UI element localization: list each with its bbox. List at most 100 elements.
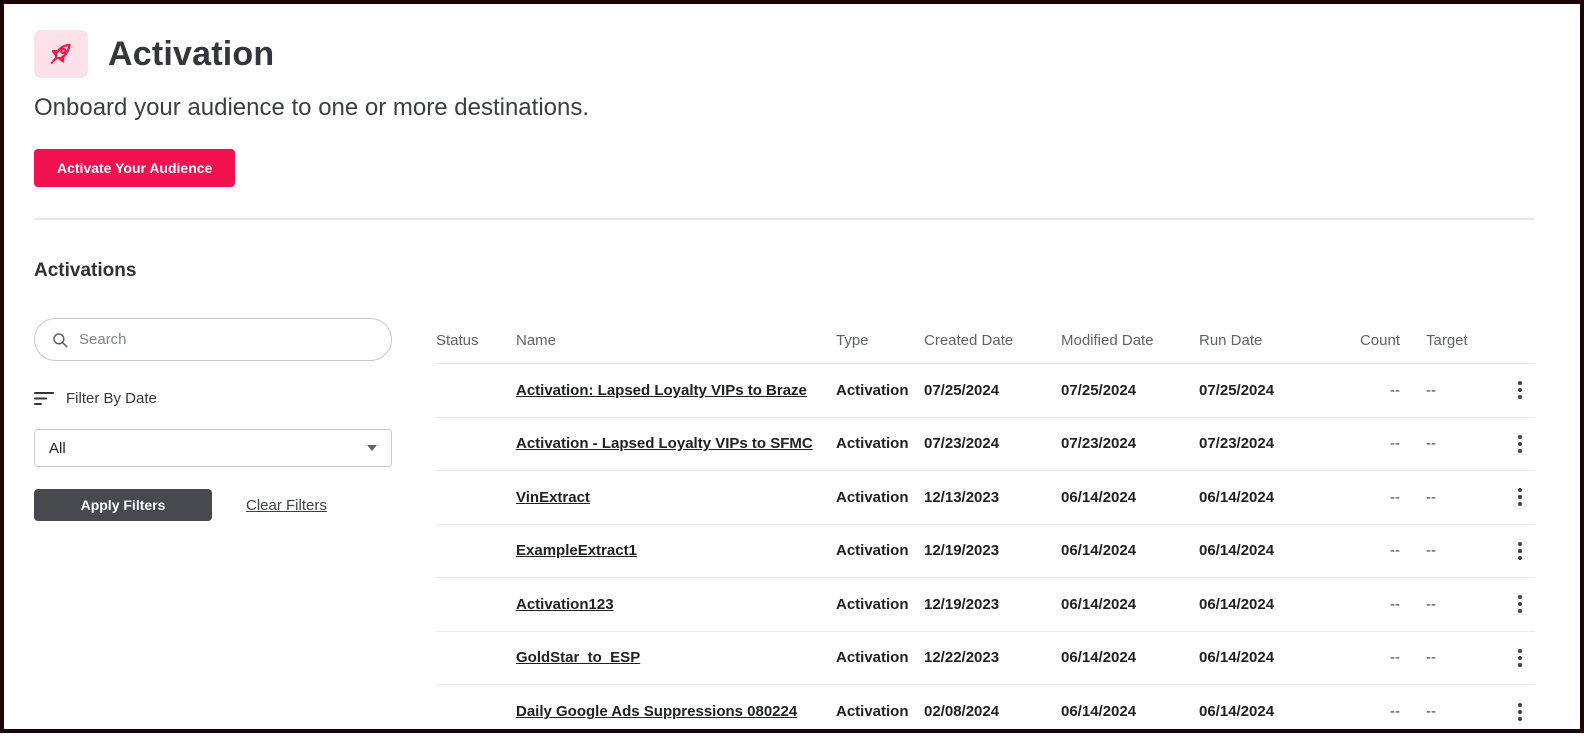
row-modified: 06/14/2024 (1061, 542, 1199, 559)
name-cell: VinExtract (516, 489, 836, 506)
row-type: Activation (836, 435, 924, 452)
col-count: Count (1344, 332, 1404, 349)
row-run: 06/14/2024 (1199, 596, 1344, 613)
chevron-down-icon (367, 445, 377, 451)
row-created: 07/25/2024 (924, 382, 1061, 399)
kebab-menu-icon[interactable] (1514, 377, 1526, 403)
col-modified: Modified Date (1061, 332, 1199, 349)
search-icon (51, 331, 69, 349)
content-area: Filter By Date All Apply Filters Clear F… (34, 318, 1535, 739)
row-type: Activation (836, 489, 924, 506)
row-count: -- (1344, 649, 1404, 666)
row-name-link[interactable]: ExampleExtract1 (516, 542, 637, 559)
row-modified: 06/14/2024 (1061, 703, 1199, 720)
status-cell (436, 542, 516, 559)
name-cell: Activation - Lapsed Loyalty VIPs to SFMC (516, 435, 836, 452)
actions-cell (1514, 645, 1544, 671)
actions-cell (1514, 591, 1544, 617)
row-target: -- (1404, 703, 1514, 720)
col-run: Run Date (1199, 332, 1344, 349)
row-modified: 06/14/2024 (1061, 489, 1199, 506)
kebab-menu-icon[interactable] (1514, 431, 1526, 457)
activations-table: Status Name Type Created Date Modified D… (436, 318, 1535, 739)
row-count: -- (1344, 489, 1404, 506)
name-cell: ExampleExtract1 (516, 542, 836, 559)
activation-page: Activation Onboard your audience to one … (4, 4, 1580, 739)
row-created: 12/19/2023 (924, 542, 1061, 559)
date-filter-select[interactable]: All (34, 429, 392, 467)
page-subtitle: Onboard your audience to one or more des… (34, 94, 1535, 122)
col-status: Status (436, 332, 516, 349)
row-created: 12/22/2023 (924, 649, 1061, 666)
row-target: -- (1404, 489, 1514, 506)
activate-your-audience-button[interactable]: Activate Your Audience (34, 149, 235, 187)
row-name-link[interactable]: VinExtract (516, 489, 590, 506)
name-cell: Daily Google Ads Suppressions 080224 (516, 703, 836, 720)
row-run: 07/25/2024 (1199, 382, 1344, 399)
row-run: 07/23/2024 (1199, 435, 1344, 452)
status-cell (436, 489, 516, 506)
section-divider (34, 218, 1535, 220)
status-cell (436, 703, 516, 720)
table-row: VinExtract Activation 12/13/2023 06/14/2… (436, 471, 1535, 525)
row-type: Activation (836, 382, 924, 399)
row-modified: 07/25/2024 (1061, 382, 1199, 399)
row-name-link[interactable]: Daily Google Ads Suppressions 080224 (516, 703, 797, 720)
table-row: Activation123 Activation 12/19/2023 06/1… (436, 578, 1535, 632)
row-modified: 06/14/2024 (1061, 649, 1199, 666)
table-header-row: Status Name Type Created Date Modified D… (436, 318, 1535, 364)
table-body: Activation: Lapsed Loyalty VIPs to Braze… (436, 364, 1535, 739)
activations-section-title: Activations (34, 260, 1535, 282)
row-created: 07/23/2024 (924, 435, 1061, 452)
row-created: 02/08/2024 (924, 703, 1061, 720)
status-cell (436, 435, 516, 452)
row-run: 06/14/2024 (1199, 489, 1344, 506)
row-type: Activation (836, 649, 924, 666)
col-target: Target (1404, 332, 1514, 349)
kebab-menu-icon[interactable] (1514, 645, 1526, 671)
filter-panel: Filter By Date All Apply Filters Clear F… (34, 318, 392, 739)
page-header: Activation (34, 30, 1535, 78)
search-box[interactable] (34, 318, 392, 361)
row-type: Activation (836, 703, 924, 720)
row-created: 12/19/2023 (924, 596, 1061, 613)
search-input[interactable] (79, 331, 375, 348)
row-created: 12/13/2023 (924, 489, 1061, 506)
row-type: Activation (836, 596, 924, 613)
table-row: Activation: Lapsed Loyalty VIPs to Braze… (436, 364, 1535, 418)
row-modified: 06/14/2024 (1061, 596, 1199, 613)
page-title: Activation (108, 35, 274, 74)
row-count: -- (1344, 703, 1404, 720)
name-cell: Activation123 (516, 596, 836, 613)
row-name-link[interactable]: Activation: Lapsed Loyalty VIPs to Braze (516, 382, 807, 399)
filter-by-date-row: Filter By Date (34, 390, 392, 407)
row-count: -- (1344, 542, 1404, 559)
row-name-link[interactable]: Activation - Lapsed Loyalty VIPs to SFMC (516, 435, 813, 452)
row-type: Activation (836, 542, 924, 559)
kebab-menu-icon[interactable] (1514, 538, 1526, 564)
actions-cell (1514, 699, 1544, 725)
filter-actions: Apply Filters Clear Filters (34, 489, 392, 521)
table-row: GoldStar_to_ESP Activation 12/22/2023 06… (436, 632, 1535, 686)
actions-cell (1514, 377, 1544, 403)
clear-filters-link[interactable]: Clear Filters (246, 497, 327, 514)
rocket-icon (45, 38, 77, 70)
row-count: -- (1344, 435, 1404, 452)
status-cell (436, 382, 516, 399)
filter-lines-icon (34, 391, 54, 406)
col-created: Created Date (924, 332, 1061, 349)
rocket-icon-box (34, 30, 88, 78)
date-filter-value: All (49, 440, 66, 457)
kebab-menu-icon[interactable] (1514, 699, 1526, 725)
row-target: -- (1404, 649, 1514, 666)
row-run: 06/14/2024 (1199, 649, 1344, 666)
kebab-menu-icon[interactable] (1514, 484, 1526, 510)
kebab-menu-icon[interactable] (1514, 591, 1526, 617)
filter-by-date-label: Filter By Date (66, 390, 157, 407)
actions-cell (1514, 431, 1544, 457)
row-name-link[interactable]: GoldStar_to_ESP (516, 649, 640, 666)
row-name-link[interactable]: Activation123 (516, 596, 614, 613)
apply-filters-button[interactable]: Apply Filters (34, 489, 212, 521)
col-name: Name (516, 332, 836, 349)
row-target: -- (1404, 435, 1514, 452)
